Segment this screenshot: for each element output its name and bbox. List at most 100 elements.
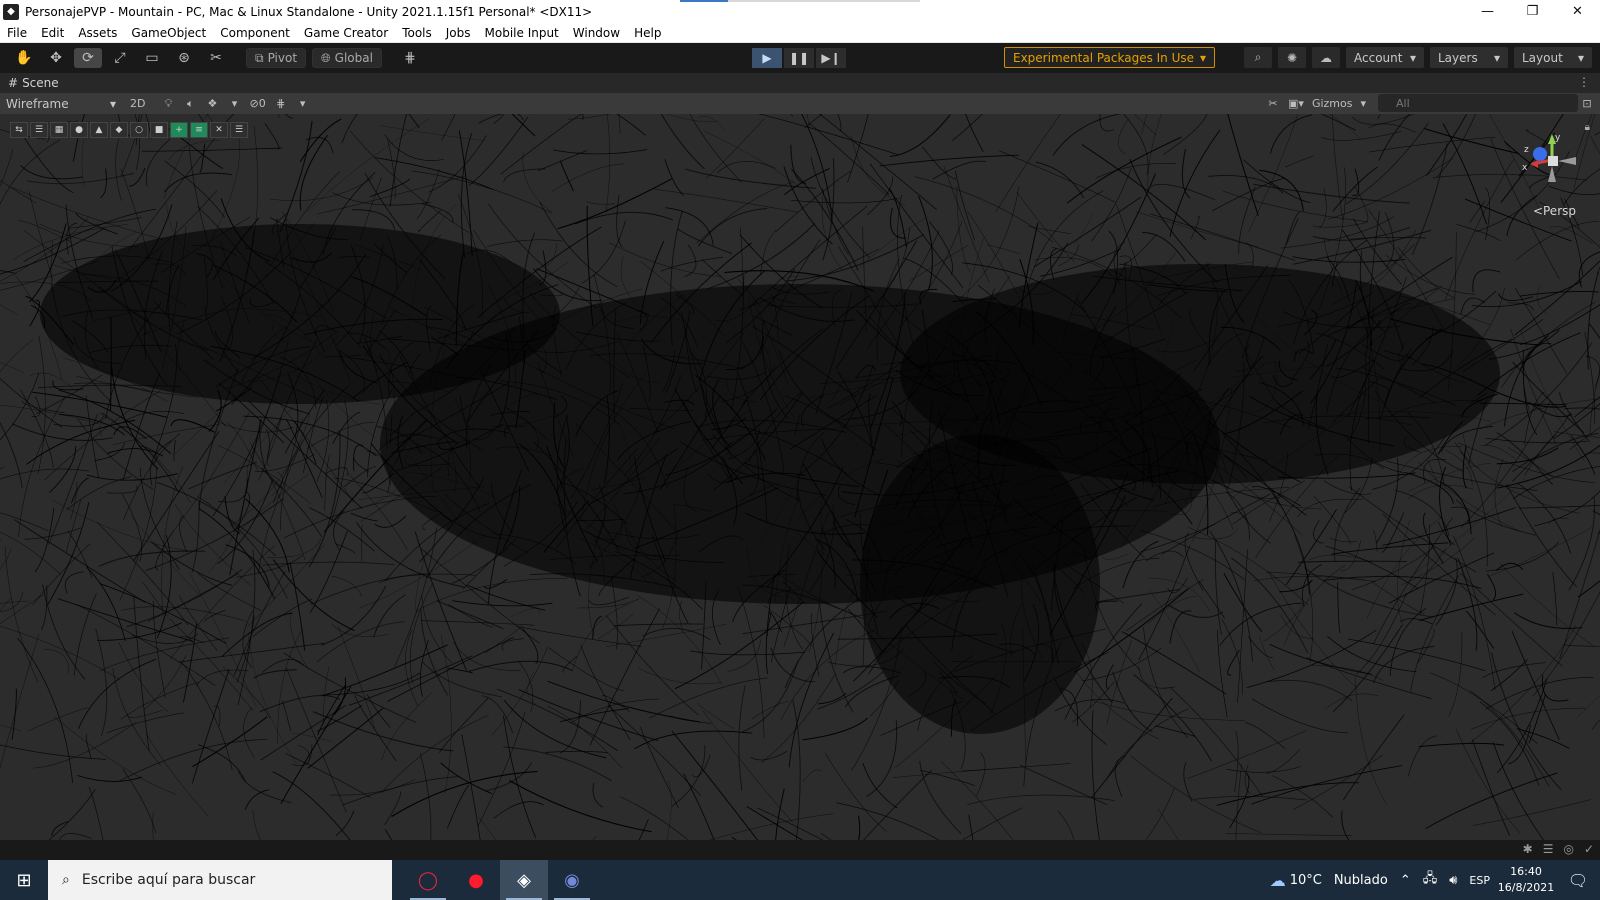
cloud-icon[interactable]: ☁ (1312, 47, 1340, 68)
stack-icon[interactable]: ☰ (30, 122, 48, 138)
hand-tool-icon[interactable]: ✋ (10, 48, 38, 68)
close-button[interactable]: ✕ (1555, 0, 1600, 23)
layers-dropdown[interactable]: Layers ▾ (1430, 47, 1508, 68)
shading-mode-dropdown[interactable]: Wireframe ▾ (2, 94, 120, 113)
menu-jobs[interactable]: Jobs (439, 26, 478, 40)
close-icon[interactable]: ✕ (210, 122, 228, 138)
opera-icon[interactable]: ● (452, 860, 500, 900)
unity-taskbar-icon[interactable]: ◈ (500, 860, 548, 900)
taskbar-search-box[interactable]: ⌕ Escribe aquí para buscar (48, 860, 392, 900)
list-icon[interactable]: ≡ (190, 122, 208, 138)
menu-edit[interactable]: Edit (34, 26, 71, 40)
play-button[interactable]: ▶ (752, 48, 782, 68)
cloud-sync-icon[interactable]: ◎ (1563, 842, 1573, 856)
share-icon[interactable]: ⇆ (10, 122, 28, 138)
discord-icon[interactable]: ◉ (548, 860, 596, 900)
account-dropdown[interactable]: Account ▾ (1346, 47, 1424, 68)
chevron-down-icon: ▾ (1200, 50, 1207, 65)
check-icon[interactable]: ✓ (1584, 842, 1594, 856)
opera-gx-icon[interactable]: ◯ (404, 860, 452, 900)
collab-icon[interactable]: ✺ (1278, 47, 1306, 68)
step-button[interactable]: ▶❙ (816, 48, 846, 68)
window-controls: — ❐ ✕ (1465, 0, 1600, 23)
gizmo-z-label: z (1524, 145, 1529, 155)
menu-tools[interactable]: Tools (395, 26, 439, 40)
menu-window[interactable]: Window (566, 26, 627, 40)
more-options-icon[interactable]: ⋮ (1578, 75, 1590, 89)
menu-game-creator[interactable]: Game Creator (297, 26, 395, 40)
global-toggle[interactable]: 🌐︎ Global (312, 48, 382, 68)
move-tool-icon[interactable]: ✥ (42, 48, 70, 68)
search-expand-icon[interactable]: ⊡ (1576, 94, 1598, 113)
menu-file[interactable]: File (0, 26, 34, 40)
menu-gameobject[interactable]: GameObject (124, 26, 213, 40)
windows-start-icon[interactable]: ⊞ (0, 860, 48, 900)
menu-assets[interactable]: Assets (71, 26, 124, 40)
experimental-packages-button[interactable]: Experimental Packages In Use ▾ (1004, 47, 1216, 68)
search-icon: ⌕ (62, 872, 70, 888)
pause-button[interactable]: ❚❚ (784, 48, 814, 68)
visibility-toggle[interactable]: ⊘ 0 (245, 94, 269, 113)
tag-icon[interactable]: ◆ (110, 122, 128, 138)
chevron-up-icon[interactable]: ⌃ (1400, 873, 1411, 888)
tab-scene[interactable]: # Scene (8, 76, 59, 90)
gizmos-label: Gizmos (1311, 97, 1353, 110)
circle-icon[interactable]: ○ (130, 122, 148, 138)
2d-toggle[interactable]: 2D (126, 94, 149, 113)
add-icon[interactable]: + (170, 122, 188, 138)
chevron-down-icon: ▾ (1360, 97, 1366, 110)
step-icon: ▶❙ (821, 51, 841, 65)
language-indicator[interactable]: ESP (1469, 874, 1490, 887)
transform-tools: ✋ ✥ ⟳ ⤢ ▭ ⊛ ✂ (10, 48, 234, 68)
scene-view[interactable]: ⇆ ☰ ▦ ● ▲ ◆ ○ ■ + ≡ ✕ ☰ y z x <Persp 🔒︎ (0, 114, 1600, 840)
effects-icon[interactable]: ❖ (201, 94, 223, 113)
scene-search-input[interactable]: All (1378, 94, 1578, 112)
lock-icon[interactable]: 🔒︎ (1585, 122, 1590, 133)
minimize-button[interactable]: — (1465, 0, 1510, 23)
chevron-down-icon[interactable]: ▾ (292, 94, 314, 113)
weather-widget[interactable]: ☁ 10°C Nublado (1270, 871, 1388, 890)
transform-tool-icon[interactable]: ⊛ (170, 48, 198, 68)
custom-tool-icon[interactable]: ✂ (202, 48, 230, 68)
tree-icon[interactable]: ▲ (90, 122, 108, 138)
gizmos-dropdown[interactable]: Gizmos ▾ (1308, 94, 1370, 113)
table-icon[interactable]: ▦ (50, 122, 68, 138)
rect-tool-icon[interactable]: ▭ (138, 48, 166, 68)
grid-icon[interactable]: ⋕ (270, 94, 292, 113)
account-label: Account (1354, 50, 1403, 65)
tools-icon[interactable]: ✂ (1262, 94, 1284, 113)
layers-stack-icon[interactable]: ☰ (1543, 842, 1554, 856)
projection-label[interactable]: <Persp (1533, 204, 1576, 218)
video-icon[interactable]: ■ (150, 122, 168, 138)
play-icon: ▶ (762, 51, 772, 65)
menu-component[interactable]: Component (213, 26, 297, 40)
scale-tool-icon[interactable]: ⤢ (106, 48, 134, 68)
maximize-button[interactable]: ❐ (1510, 0, 1555, 23)
clock[interactable]: 16:40 16/8/2021 (1496, 864, 1556, 896)
notification-icon[interactable]: 🗨︎ (1556, 860, 1600, 900)
network-icon[interactable]: 🖧︎ (1423, 869, 1438, 891)
pivot-toggle[interactable]: ⧉ Pivot (246, 48, 307, 68)
pivot-label: Pivot (267, 51, 298, 65)
bug-icon[interactable]: ✱ (1523, 842, 1533, 856)
grid-snap-icon[interactable]: ⋕ (396, 48, 424, 68)
scene-right-tools: ✂ ▣▾ Gizmos ▾ (1262, 93, 1370, 114)
lighting-icon[interactable]: 💡︎ (157, 94, 179, 113)
menu-icon[interactable]: ☰ (230, 122, 248, 138)
pivot-icon: ⧉ (255, 50, 264, 65)
camera-icon[interactable]: ▣▾ (1284, 94, 1308, 113)
audio-icon[interactable]: 🔈︎ (179, 94, 201, 113)
menu-mobile-input[interactable]: Mobile Input (478, 26, 566, 40)
person-icon[interactable]: ● (70, 122, 88, 138)
chevron-down-icon[interactable]: ▾ (223, 94, 245, 113)
window-titlebar: ◆ PersonajePVP - Mountain - PC, Mac & Li… (0, 0, 1600, 23)
tab-scene-label: Scene (22, 76, 59, 90)
search-icon[interactable]: ⌕ (1244, 47, 1272, 68)
chevron-down-icon: ▾ (1409, 50, 1416, 65)
volume-icon[interactable]: 🔊︎ (1449, 873, 1457, 888)
clock-date: 16/8/2021 (1497, 881, 1555, 894)
layout-dropdown[interactable]: Layout ▾ (1514, 47, 1592, 68)
menu-help[interactable]: Help (627, 26, 668, 40)
rotate-tool-icon[interactable]: ⟳ (74, 48, 102, 68)
clock-time: 16:40 (1510, 865, 1542, 878)
